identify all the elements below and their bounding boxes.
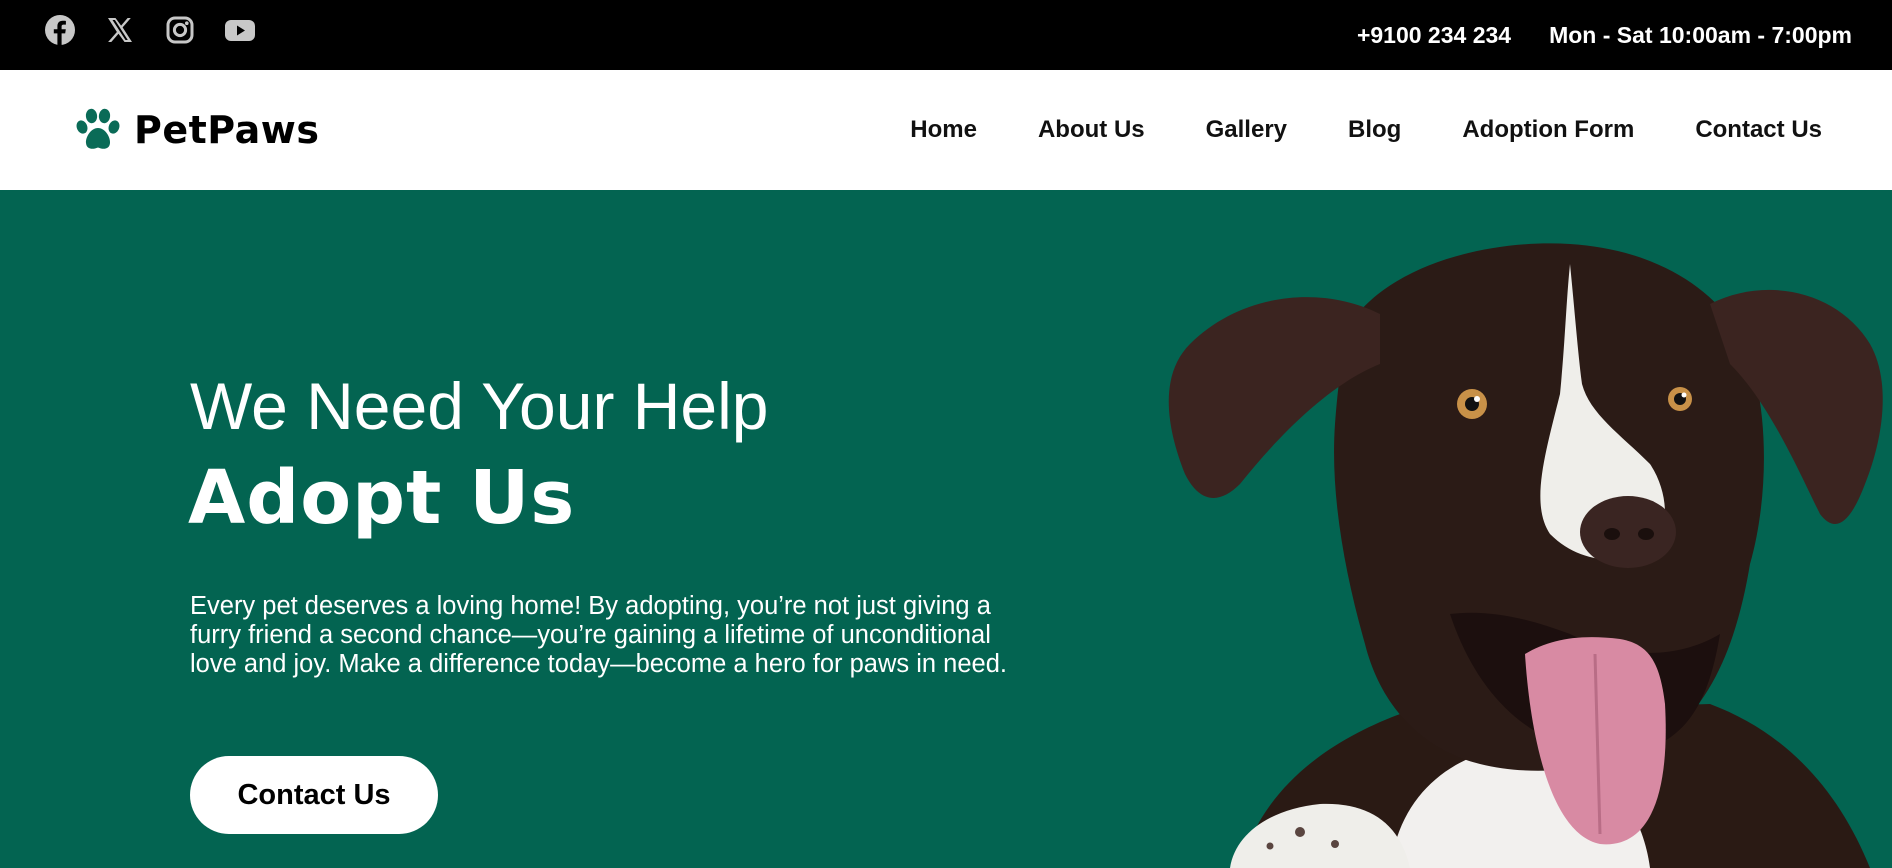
phone-number[interactable]: +9100 234 234 bbox=[1357, 22, 1511, 49]
instagram-icon[interactable] bbox=[164, 14, 196, 46]
hero-title: Adopt Us bbox=[188, 455, 576, 541]
dog-photo bbox=[1168, 243, 1883, 868]
facebook-icon[interactable] bbox=[44, 14, 76, 46]
contact-us-button[interactable]: Contact Us bbox=[190, 756, 438, 834]
top-bar: +9100 234 234 Mon - Sat 10:00am - 7:00pm bbox=[0, 0, 1892, 70]
main-nav: Home About Us Gallery Blog Adoption Form… bbox=[910, 70, 1822, 190]
logo[interactable]: PetPaws bbox=[74, 108, 319, 152]
x-twitter-icon[interactable] bbox=[104, 14, 136, 46]
hero-subtitle: We Need Your Help bbox=[190, 369, 769, 443]
nav-adoption-form[interactable]: Adoption Form bbox=[1462, 116, 1634, 144]
nav-home[interactable]: Home bbox=[910, 116, 977, 144]
hero-section: We Need Your Help Adopt Us Every pet des… bbox=[0, 190, 1892, 868]
site-header: PetPaws Home About Us Gallery Blog Adopt… bbox=[0, 70, 1892, 190]
youtube-icon[interactable] bbox=[224, 14, 256, 46]
nav-gallery[interactable]: Gallery bbox=[1206, 116, 1287, 144]
opening-hours: Mon - Sat 10:00am - 7:00pm bbox=[1549, 21, 1852, 48]
nav-about-us[interactable]: About Us bbox=[1038, 116, 1145, 144]
hero-description: Every pet deserves a loving home! By ado… bbox=[190, 592, 1007, 678]
contact-info: +9100 234 234 Mon - Sat 10:00am - 7:00pm bbox=[1357, 0, 1852, 70]
logo-text: PetPaws bbox=[134, 108, 320, 152]
nav-contact-us[interactable]: Contact Us bbox=[1695, 116, 1822, 144]
social-links bbox=[44, 14, 256, 46]
paw-icon bbox=[76, 108, 120, 149]
nav-blog[interactable]: Blog bbox=[1348, 116, 1401, 144]
